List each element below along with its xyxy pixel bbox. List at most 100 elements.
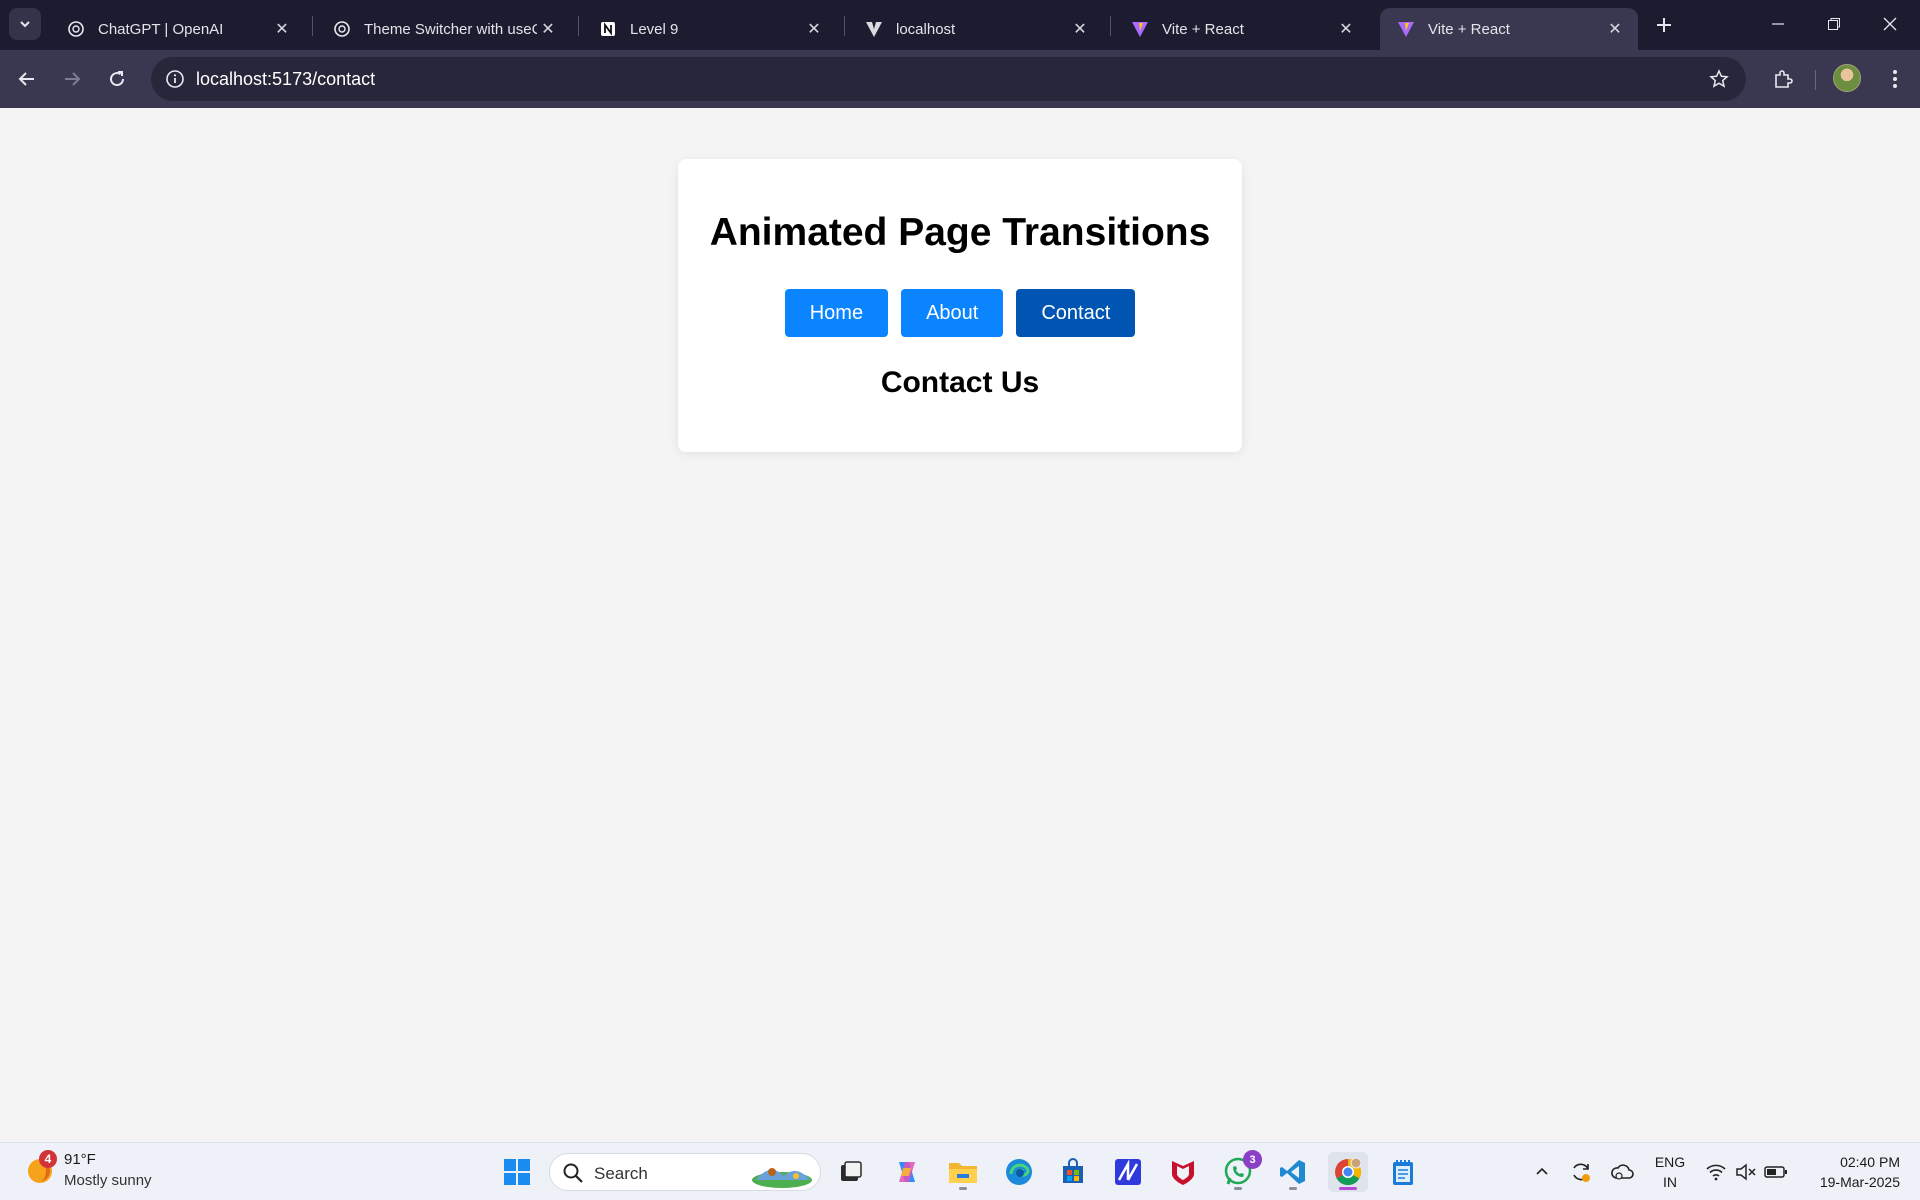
tab-theme-switcher[interactable]: Theme Switcher with useCo ✕ [316,8,571,50]
task-view-icon [841,1161,862,1181]
chevron-down-icon [20,21,30,28]
page-viewport: Animated Page Transitions Home About Con… [0,108,1920,1142]
contact-button[interactable]: Contact [1016,289,1136,337]
app-icon [1115,1159,1141,1185]
chevron-up-icon [1536,1167,1548,1175]
chrome-button[interactable] [1328,1152,1368,1192]
about-button[interactable]: About [901,289,1004,337]
shield-icon [1172,1161,1194,1185]
running-indicator [1234,1187,1242,1190]
address-bar[interactable]: localhost:5173/contact [151,57,1746,101]
arrow-right-icon [65,72,81,86]
close-window-button[interactable] [1862,0,1918,48]
clock-time: 02:40 PM [1840,1154,1900,1170]
menu-button[interactable] [1880,62,1910,96]
copilot-icon [899,1162,915,1182]
weather-temp: 91°F [64,1151,96,1168]
back-button[interactable] [10,62,44,96]
language-indicator[interactable]: ENG IN [1652,1152,1688,1192]
edge-button[interactable] [999,1152,1039,1192]
toolbar-divider [1815,70,1816,90]
windows-taskbar: 4 91°F Mostly sunny Search 3 ENG IN 02:4… [0,1142,1920,1200]
volume-tray-button[interactable] [1733,1159,1759,1185]
copilot-button[interactable] [887,1152,927,1192]
content-card: Animated Page Transitions Home About Con… [678,159,1242,452]
running-indicator [1289,1187,1297,1190]
close-icon[interactable]: ✕ [1069,18,1091,40]
tab-localhost[interactable]: localhost ✕ [848,8,1103,50]
close-icon[interactable]: ✕ [803,18,825,40]
tab-divider [844,16,845,36]
tab-vite-react-active[interactable]: Vite + React ✕ [1380,8,1638,50]
reload-button[interactable] [100,62,134,96]
system-clock[interactable]: 02:40 PM 19-Mar-2025 [1800,1152,1900,1192]
edge-icon [1006,1159,1032,1185]
tab-search-button[interactable] [9,8,41,40]
close-icon [1883,17,1897,31]
tab-title: Level 9 [630,20,679,38]
region-code: IN [1663,1174,1677,1190]
notepad-button[interactable] [1383,1152,1423,1192]
close-icon[interactable]: ✕ [1604,18,1626,40]
store-icon [1063,1158,1083,1183]
app-button[interactable] [1108,1152,1148,1192]
wifi-tray-button[interactable] [1703,1159,1729,1185]
url-text[interactable]: localhost:5173/contact [196,69,375,90]
restore-icon [1828,18,1840,30]
openai-icon [332,19,352,39]
whatsapp-button[interactable]: 3 [1218,1150,1262,1192]
tab-title: localhost [896,20,956,38]
section-heading: Contact Us [880,366,1040,399]
restore-button[interactable] [1806,0,1862,48]
start-button[interactable] [497,1152,537,1192]
tab-level-9[interactable]: Level 9 ✕ [582,8,837,50]
puzzle-icon [1775,70,1793,88]
notification-badge: 3 [1243,1150,1262,1169]
vite-icon [1130,19,1150,39]
tab-strip: ChatGPT | OpenAI ✕ Theme Switcher with u… [0,0,1920,50]
home-button[interactable]: Home [784,289,889,337]
language-code: ENG [1654,1154,1686,1170]
openai-icon [66,19,86,39]
search-highlight-icon [752,1168,812,1188]
tab-divider [312,16,313,36]
star-icon[interactable] [1708,68,1730,90]
onedrive-tray-button[interactable] [1609,1159,1635,1185]
close-icon[interactable]: ✕ [1335,18,1357,40]
minimize-icon [1772,23,1784,25]
tab-title: Vite + React [1162,20,1244,38]
mcafee-button[interactable] [1163,1152,1203,1192]
taskbar-search[interactable]: Search [549,1153,821,1191]
arrow-left-icon [18,72,34,86]
extensions-button[interactable] [1766,62,1800,96]
windows-icon [504,1159,530,1185]
tab-title: ChatGPT | OpenAI [98,20,224,38]
new-tab-button[interactable] [1650,11,1678,39]
tab-chatgpt[interactable]: ChatGPT | OpenAI ✕ [50,8,305,50]
close-icon[interactable]: ✕ [271,18,293,40]
notification-badge: 4 [39,1150,57,1168]
show-hidden-icons-button[interactable] [1529,1159,1555,1185]
tab-title: Vite + React [1428,20,1510,38]
forward-button[interactable] [55,62,89,96]
notion-icon [598,19,618,39]
tab-divider [578,16,579,36]
vscode-button[interactable] [1273,1152,1313,1192]
file-explorer-button[interactable] [943,1152,983,1192]
battery-tray-button[interactable] [1763,1159,1789,1185]
minimize-button[interactable] [1750,0,1806,48]
sync-icon [1573,1163,1590,1182]
notepad-icon [1393,1160,1413,1185]
vite-icon [864,19,884,39]
tab-title: Theme Switcher with useCo [364,20,537,38]
task-view-button[interactable] [831,1152,871,1192]
sync-tray-button[interactable] [1568,1159,1594,1185]
tab-vite-react[interactable]: Vite + React ✕ [1114,8,1369,50]
browser-toolbar: localhost:5173/contact [0,50,1920,108]
info-icon[interactable] [163,67,187,91]
cloud-icon [1611,1164,1634,1180]
profile-avatar[interactable] [1833,64,1861,92]
store-button[interactable] [1053,1152,1093,1192]
close-icon[interactable]: ✕ [537,18,559,40]
chrome-icon [1335,1157,1362,1186]
